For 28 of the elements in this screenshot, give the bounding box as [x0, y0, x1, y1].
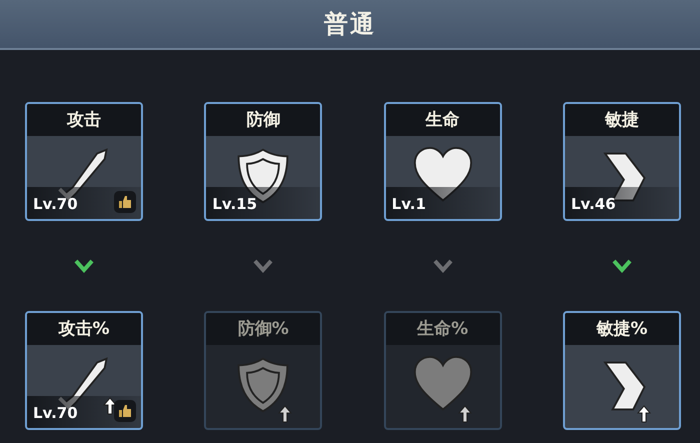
skill-name: 敏捷%	[564, 313, 679, 345]
up-arrow-icon	[458, 405, 472, 423]
skill-name: 攻击	[27, 104, 141, 136]
up-arrow-icon	[103, 397, 117, 415]
up-arrow-icon	[278, 405, 292, 423]
skill-name: 防御	[206, 104, 320, 136]
level-label: Lv.1	[392, 194, 426, 214]
skill-name: 防御%	[206, 313, 320, 345]
header-title: 普通	[324, 9, 376, 40]
skill-tile[interactable]: 敏捷%	[562, 311, 681, 430]
skill-tile[interactable]: 攻击% Lv.70	[25, 311, 143, 430]
thumbs-up-icon	[114, 400, 136, 422]
skill-tile[interactable]: 生命 Lv.1	[384, 102, 502, 221]
level-label: Lv.70	[33, 402, 78, 424]
skill-tile[interactable]: 防御%	[204, 311, 322, 430]
skill-tile[interactable]: 防御 Lv.15	[204, 102, 322, 221]
level-label: Lv.70	[33, 194, 78, 214]
thumbs-up-icon	[114, 191, 136, 213]
up-arrow-icon	[636, 405, 651, 423]
level-label: Lv.46	[570, 194, 616, 214]
skill-name: 攻击%	[27, 313, 141, 345]
skill-tile[interactable]: 敏捷 Lv.46	[562, 102, 681, 221]
level-label: Lv.15	[212, 194, 258, 214]
skill-tile[interactable]: 攻击 Lv.70	[25, 102, 143, 221]
skill-name: 敏捷	[564, 104, 679, 136]
skill-name: 生命%	[386, 313, 500, 345]
skill-name: 生命	[386, 104, 500, 136]
skill-tile[interactable]: 生命%	[384, 311, 502, 430]
